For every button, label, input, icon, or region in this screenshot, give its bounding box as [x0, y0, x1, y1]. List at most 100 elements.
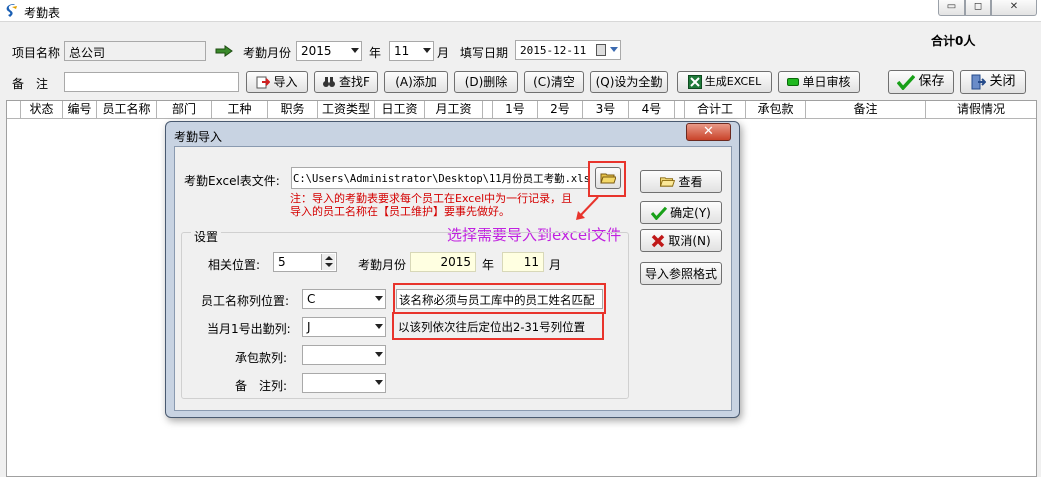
- column-header[interactable]: 4号: [629, 101, 675, 119]
- ok-button[interactable]: 确定(Y): [640, 201, 722, 224]
- ok-label: 确定(Y): [670, 205, 711, 220]
- contract-column-select[interactable]: [302, 345, 386, 365]
- day1-column-value: J: [307, 320, 311, 334]
- chevron-down-icon: [375, 324, 383, 329]
- remark-column-label: 备 注列:: [235, 379, 288, 393]
- dialog-month-label: 考勤月份: [358, 258, 407, 272]
- open-folder-icon: [600, 173, 616, 184]
- remark-input[interactable]: [64, 72, 239, 92]
- set-full-attendance-button[interactable]: (Q)设为全勤: [590, 71, 668, 93]
- month-value: 11: [394, 44, 410, 58]
- day1-column-select[interactable]: J: [302, 317, 386, 337]
- daily-approve-label: 单日审核: [802, 75, 851, 89]
- import-note-line1: 注：导入的考勤表要求每个员工在Excel中为一行记录，且: [290, 192, 573, 205]
- daily-approve-button[interactable]: 单日审核: [778, 71, 860, 93]
- year-select[interactable]: 2015: [296, 41, 362, 61]
- find-button[interactable]: 查找F: [314, 71, 378, 93]
- generate-excel-label: 生成EXCEL: [704, 75, 762, 88]
- import-icon: [256, 76, 271, 89]
- cancel-label: 取消(N): [668, 233, 711, 248]
- contract-column-label: 承包款列:: [235, 351, 288, 365]
- column-spacer: [483, 101, 493, 119]
- import-note-line2: 导入的员工名称在【员工维护】要事先做好。: [290, 205, 510, 218]
- calendar-icon: [596, 44, 606, 56]
- chevron-down-icon: [375, 380, 383, 385]
- add-button[interactable]: (A)添加: [384, 71, 448, 93]
- cancel-x-icon: [652, 234, 665, 247]
- project-field[interactable]: 总公司: [64, 41, 206, 61]
- chevron-down-icon: [423, 48, 431, 53]
- remark-label: 备 注: [12, 77, 49, 91]
- close-button[interactable]: 关闭: [960, 70, 1026, 94]
- relative-position-spinner[interactable]: 5: [273, 252, 337, 272]
- checkmark-icon: [651, 206, 668, 220]
- minimize-button[interactable]: ▭: [938, 0, 965, 16]
- project-label: 项目名称: [12, 46, 61, 60]
- column-header[interactable]: 承包款: [746, 101, 806, 119]
- exit-door-icon: [971, 74, 987, 90]
- column-header[interactable]: 合计工: [685, 101, 746, 119]
- excel-icon: [687, 75, 702, 89]
- view-label: 查看: [678, 174, 703, 189]
- spin-updown-icon[interactable]: [321, 254, 335, 270]
- month-label: 考勤月份: [243, 46, 292, 60]
- view-button[interactable]: 查看: [640, 170, 722, 193]
- close-window-button[interactable]: ✕: [991, 0, 1037, 16]
- save-button[interactable]: 保存: [888, 70, 954, 94]
- delete-button[interactable]: (D)删除: [454, 71, 518, 93]
- save-label: 保存: [918, 74, 945, 89]
- month-select[interactable]: 11: [389, 41, 434, 61]
- column-header[interactable]: 部门: [157, 101, 212, 119]
- column-header[interactable]: 日工资: [375, 101, 425, 119]
- column-header[interactable]: 3号: [583, 101, 629, 119]
- name-column-label: 员工名称列位置:: [201, 294, 290, 308]
- day1-column-label: 当月1号出勤列:: [207, 322, 291, 336]
- column-header[interactable]: 员工名称: [97, 101, 157, 119]
- import-button[interactable]: 导入: [246, 71, 308, 93]
- maximize-button[interactable]: ◻: [965, 0, 991, 16]
- remark-column-select[interactable]: [302, 373, 386, 393]
- row-indicator-column: [7, 101, 21, 119]
- settings-legend: 设置: [191, 228, 222, 245]
- total-count: 合计0人: [931, 34, 976, 48]
- browse-file-button[interactable]: [595, 167, 621, 189]
- day1-column-hint: 以该列依次往后定位出2-31号列位置: [398, 320, 586, 334]
- dialog-month-unit: 月: [549, 258, 562, 272]
- dialog-year-unit: 年: [482, 258, 495, 272]
- column-header[interactable]: 编号: [63, 101, 97, 119]
- column-header[interactable]: 请假情况: [926, 101, 1036, 119]
- dialog-month-field[interactable]: 11: [502, 252, 544, 272]
- pointer-hand-icon[interactable]: [215, 44, 233, 58]
- title-bar: [0, 0, 1041, 22]
- date-picker[interactable]: 2015-12-11: [515, 40, 621, 60]
- name-column-value: C: [307, 292, 316, 306]
- column-header[interactable]: 工种: [212, 101, 268, 119]
- binoculars-icon: [323, 77, 336, 87]
- clear-button[interactable]: (C)清空: [524, 71, 584, 93]
- relative-position-value: 5: [278, 255, 286, 269]
- year-unit: 年: [369, 46, 382, 60]
- chevron-down-icon: [610, 47, 618, 52]
- checkmark-icon: [897, 74, 916, 90]
- generate-excel-button[interactable]: 生成EXCEL: [677, 71, 772, 93]
- column-header[interactable]: 1号: [493, 101, 538, 119]
- column-header[interactable]: 备注: [806, 101, 926, 119]
- annotation-arrow-icon: [576, 196, 599, 220]
- column-header[interactable]: 2号: [538, 101, 583, 119]
- import-format-button[interactable]: 导入参照格式: [640, 262, 722, 285]
- window-title: 考勤表: [24, 6, 61, 20]
- month-unit: 月: [437, 46, 450, 60]
- excel-file-path-input[interactable]: C:\Users\Administrator\Desktop\11月份员工考勤.…: [291, 167, 589, 189]
- grid-header: 状态 编号 员工名称 部门 工种 职务 工资类型 日工资 月工资 1号 2号 3…: [7, 101, 1036, 119]
- column-header[interactable]: 工资类型: [318, 101, 375, 119]
- dialog-close-button[interactable]: ✕: [686, 123, 731, 141]
- date-value: 2015-12-11: [520, 44, 587, 57]
- name-column-select[interactable]: C: [302, 289, 386, 309]
- dialog-year-field[interactable]: 2015: [410, 252, 476, 272]
- chevron-down-icon: [375, 296, 383, 301]
- excel-file-label: 考勤Excel表文件:: [184, 174, 280, 188]
- cancel-button[interactable]: 取消(N): [640, 229, 722, 252]
- column-header[interactable]: 状态: [21, 101, 63, 119]
- column-header[interactable]: 职务: [268, 101, 318, 119]
- column-header[interactable]: 月工资: [425, 101, 483, 119]
